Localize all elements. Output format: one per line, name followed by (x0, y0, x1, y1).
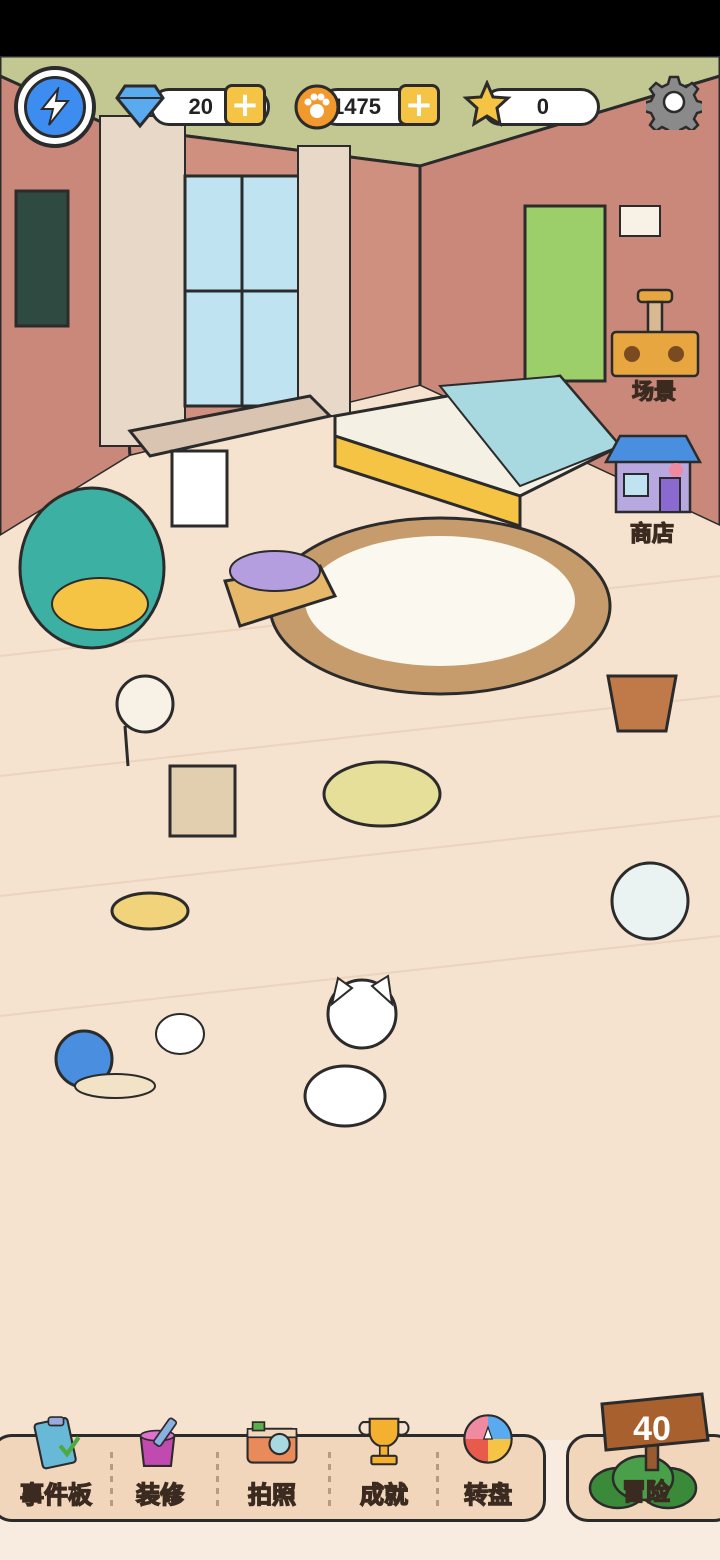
nav-item-wheel[interactable]: 转盘 (436, 1412, 540, 1522)
scene-label: 场景 (631, 379, 676, 405)
nav-label: 装修 (135, 1480, 184, 1509)
energy-button[interactable] (14, 66, 96, 148)
lightning-bolt-icon (24, 76, 86, 138)
paint-bucket-icon (139, 1417, 178, 1467)
star-icon (462, 80, 512, 128)
status-bar (0, 0, 720, 56)
room-background (0, 56, 720, 1440)
clipboard-icon (33, 1416, 81, 1470)
nav-label: 成就 (359, 1480, 408, 1509)
cat-tower-icon (610, 288, 700, 378)
diamond-icon (115, 84, 165, 129)
nav-label: 事件板 (19, 1480, 92, 1509)
shop-house-icon (603, 434, 703, 514)
paw-coin-icon (294, 84, 340, 130)
nav-separator (328, 1452, 331, 1508)
shop-button[interactable]: 商店 (602, 430, 703, 548)
diamond-count: 20 (188, 94, 213, 119)
nav-separator (216, 1452, 219, 1508)
nav-item-achievements[interactable]: 成就 (332, 1412, 436, 1522)
camera-icon (246, 1421, 298, 1464)
shop-label: 商店 (629, 521, 674, 547)
star-count: 0 (536, 94, 549, 119)
game-screen: 20 + 1475 + 0 场景 商店 事件板 装修 拍照 成就 转盘 40 冒… (0, 0, 720, 1560)
nav-label: 转盘 (463, 1480, 512, 1509)
adventure-label: 冒险 (621, 1477, 670, 1506)
nav-item-event-board[interactable]: 事件板 (4, 1412, 108, 1522)
add-diamonds-button[interactable]: + (224, 84, 266, 126)
nav-item-decorate[interactable]: 装修 (108, 1412, 212, 1522)
trophy-icon (358, 1417, 410, 1466)
add-coins-button[interactable]: + (398, 84, 440, 126)
scene-button[interactable]: 场景 (604, 286, 704, 406)
gear-icon[interactable] (646, 74, 702, 130)
adventure-level: 40 (633, 1410, 671, 1448)
nav-label: 拍照 (247, 1480, 296, 1509)
wheel-icon (463, 1414, 513, 1464)
nav-item-photo[interactable]: 拍照 (220, 1412, 324, 1522)
